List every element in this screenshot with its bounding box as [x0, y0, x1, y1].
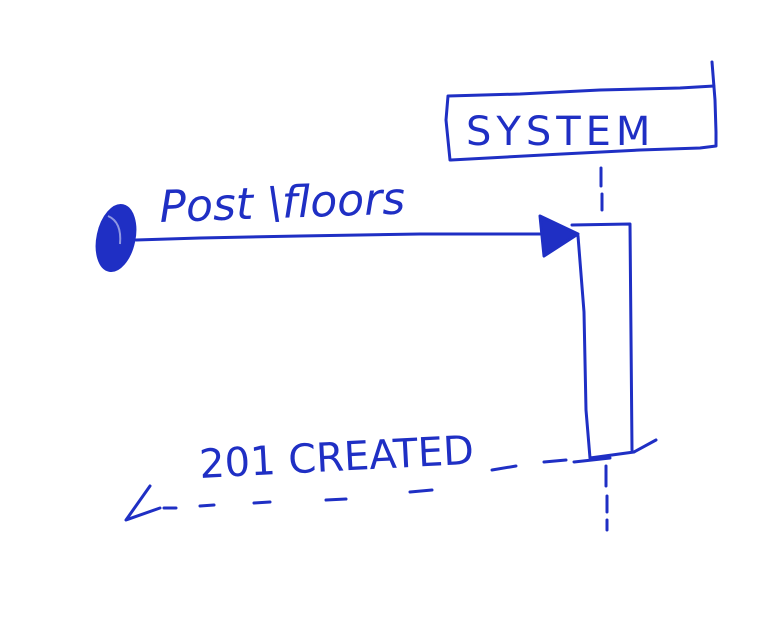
response-arrowhead [124, 484, 162, 522]
lifeline [599, 166, 609, 532]
request-arrowhead [538, 214, 580, 258]
start-dot [95, 204, 137, 272]
start-dot-shape [95, 204, 137, 272]
request-message: Post \floors [134, 173, 580, 258]
response-label: 201 CREATED [198, 428, 475, 488]
lifeline-dashes [599, 166, 609, 532]
request-arrow-line [134, 232, 542, 242]
activation-bar-outline [570, 222, 658, 464]
response-message: 201 CREATED [124, 428, 568, 522]
request-label: Post \floors [159, 173, 406, 233]
participant-system: SYSTEM [444, 60, 718, 162]
sequence-diagram: SYSTEM Post \floors 201 CREATED [95, 60, 718, 532]
participant-label: SYSTEM [466, 109, 655, 155]
activation-bar [570, 222, 658, 464]
